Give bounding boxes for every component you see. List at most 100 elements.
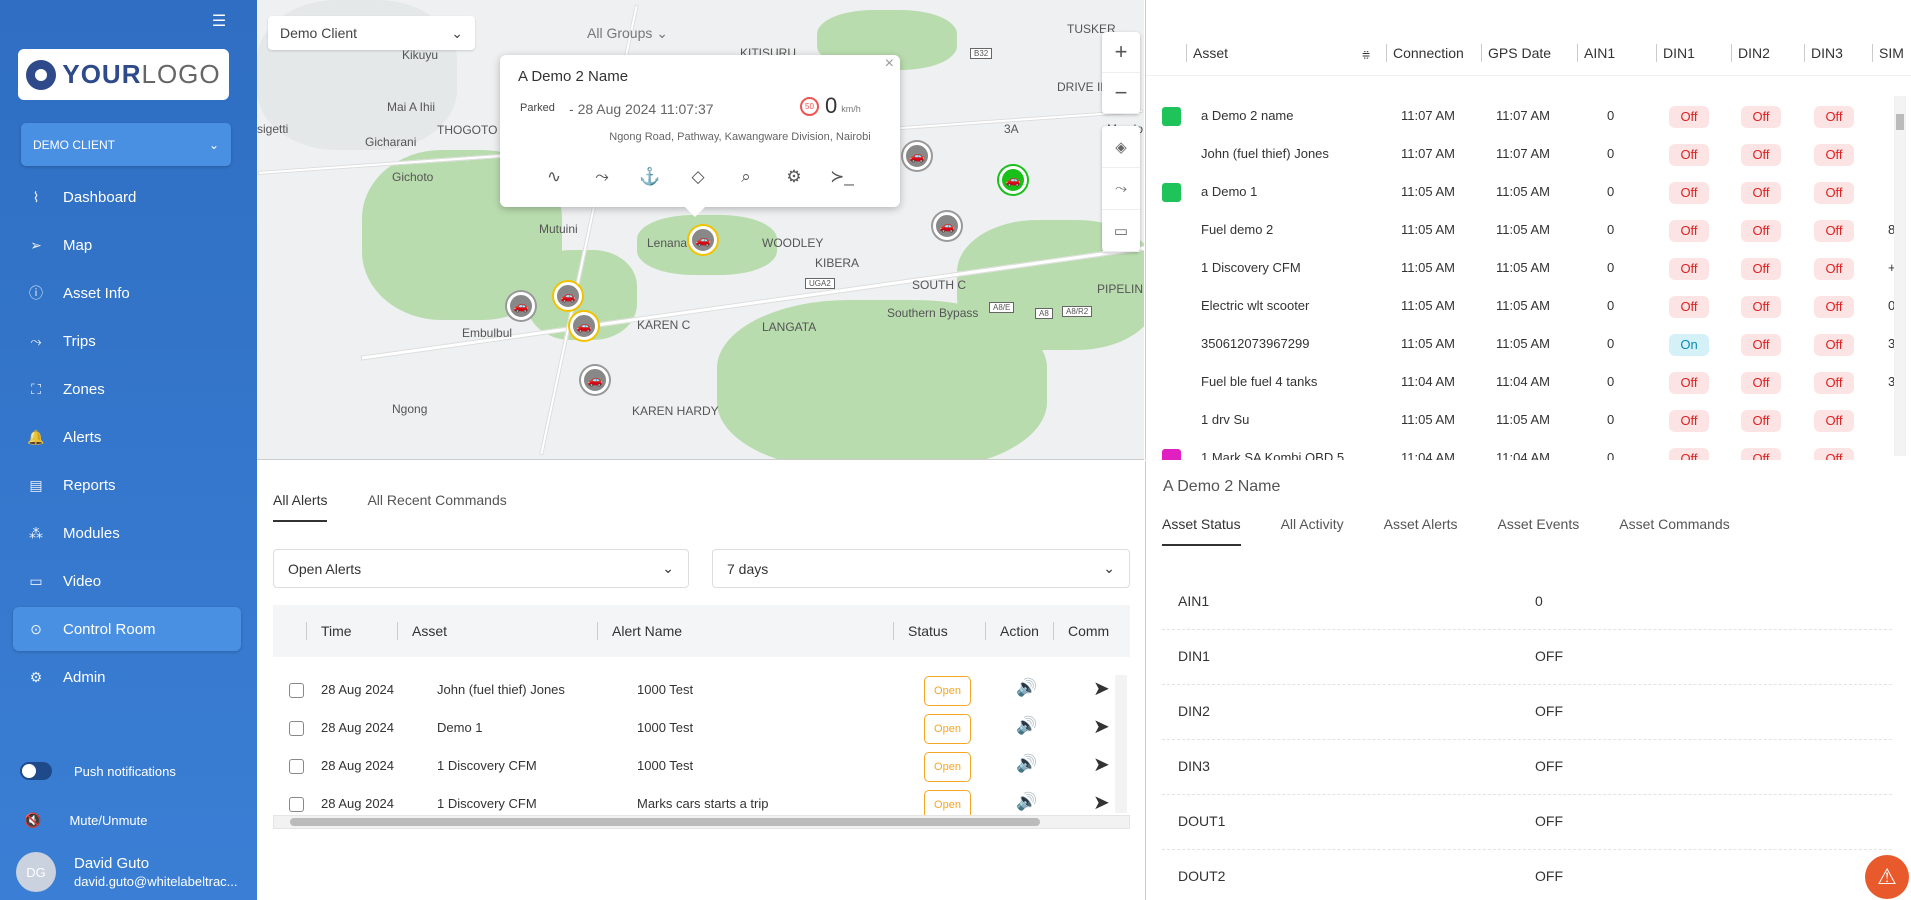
sidebar-item-asset-info[interactable]: ⓘ Asset Info: [13, 271, 241, 315]
vehicle-marker[interactable]: 🚗: [554, 282, 582, 310]
layers-icon[interactable]: ◈: [1102, 126, 1140, 168]
search-icon[interactable]: ⌕: [722, 167, 770, 187]
speaker-icon[interactable]: 🔊: [1016, 716, 1037, 736]
sidebar-item-admin[interactable]: ⚙ Admin: [13, 655, 241, 699]
anchor-icon[interactable]: ⚓: [626, 167, 674, 187]
row-checkbox[interactable]: [289, 797, 304, 812]
asset-name[interactable]: 1 drv Su: [1201, 412, 1249, 427]
asset-table-scrollbar[interactable]: [1894, 96, 1906, 456]
asset-col-connection[interactable]: Connection: [1386, 43, 1464, 62]
speaker-icon[interactable]: 🔊: [1016, 754, 1037, 774]
ruler-icon[interactable]: ▭: [1102, 210, 1140, 252]
vehicle-marker[interactable]: 🚗: [570, 312, 598, 340]
date-range-select[interactable]: 7 days ⌄: [712, 549, 1130, 588]
tab-all-alerts[interactable]: All Alerts: [273, 492, 328, 522]
filter-icon[interactable]: ⩷: [1356, 44, 1370, 62]
sidebar-item-modules[interactable]: ⁂ Modules: [13, 511, 241, 555]
speaker-icon[interactable]: 🔊: [1016, 792, 1037, 812]
asset-col-ain1[interactable]: AIN1: [1577, 43, 1615, 62]
tab-asset-events[interactable]: Asset Events: [1498, 516, 1580, 546]
alert-col-asset[interactable]: Asset: [397, 622, 447, 640]
user-profile[interactable]: DG David Guto david.guto@whitelabeltrac.…: [16, 852, 238, 892]
alerts-vscrollbar[interactable]: [1115, 675, 1127, 813]
map[interactable]: Kikuyu TUSKER Mai A Ihii THOGOTO Gicharani Gi…: [257, 0, 1144, 460]
table-row[interactable]: Fuel demo 2 11:05 AM 11:05 AM 0 Off Off Off 8: [1146, 212, 1911, 250]
alert-col-alert-name[interactable]: Alert Name: [597, 622, 682, 640]
vehicle-marker[interactable]: 🚗: [581, 366, 609, 394]
tab-asset-commands[interactable]: Asset Commands: [1619, 516, 1729, 546]
alert-col-comm[interactable]: Comm: [1053, 622, 1109, 640]
asset-name[interactable]: Electric wlt scooter: [1201, 298, 1309, 313]
route-icon[interactable]: ⤳: [578, 167, 626, 187]
table-row[interactable]: 28 Aug 2024 Demo 1 1000 Test Open 🔊 ➤: [273, 710, 1130, 748]
send-icon[interactable]: ➤: [1093, 714, 1110, 739]
table-row[interactable]: a Demo 1 11:05 AM 11:05 AM 0 Off Off Off: [1146, 174, 1911, 212]
alert-col-action[interactable]: Action: [985, 622, 1039, 640]
table-row[interactable]: Electric wlt scooter 11:05 AM 11:05 AM 0 Off…: [1146, 288, 1911, 326]
table-row[interactable]: 1 Discovery CFM 11:05 AM 11:05 AM 0 Off Off Of…: [1146, 250, 1911, 288]
asset-col-din1[interactable]: DIN1: [1656, 43, 1695, 62]
mute-unmute[interactable]: 🔇 Mute/Unmute: [24, 812, 147, 829]
push-toggle[interactable]: [20, 762, 52, 780]
tab-asset-status[interactable]: Asset Status: [1162, 516, 1241, 546]
tab-all-activity[interactable]: All Activity: [1281, 516, 1344, 546]
table-row[interactable]: 350612073967299 11:05 AM 11:05 AM 0 On Off Off…: [1146, 326, 1911, 364]
asset-col-sim[interactable]: SIM: [1872, 43, 1904, 62]
sidebar-item-trips[interactable]: ⤳ Trips: [13, 319, 241, 363]
send-icon[interactable]: ➤: [1093, 676, 1110, 701]
asset-col-din2[interactable]: DIN2: [1731, 43, 1770, 62]
asset-name[interactable]: Fuel ble fuel 4 tanks: [1201, 374, 1317, 389]
sidebar-item-alerts[interactable]: 🔔 Alerts: [13, 415, 241, 459]
tab-asset-alerts[interactable]: Asset Alerts: [1384, 516, 1458, 546]
zoom-in-button[interactable]: +: [1102, 32, 1140, 73]
row-checkbox[interactable]: [289, 683, 304, 698]
asset-col-din3[interactable]: DIN3: [1804, 43, 1843, 62]
sidebar-item-map[interactable]: ➢ Map: [13, 223, 241, 267]
table-row[interactable]: a Demo 2 name 11:07 AM 11:07 AM 0 Off Off Off: [1146, 98, 1911, 136]
row-checkbox[interactable]: [289, 759, 304, 774]
gear-icon[interactable]: ⚙: [770, 167, 818, 187]
sidebar-item-reports[interactable]: ▤ Reports: [13, 463, 241, 507]
collapse-sidebar-icon[interactable]: ☰: [210, 14, 228, 30]
table-row[interactable]: John (fuel thief) Jones 11:07 AM 11:07 AM 0…: [1146, 136, 1911, 174]
asset-name[interactable]: 1 Mark SA Kombi OBD 5: [1201, 450, 1344, 460]
alert-filter-select[interactable]: Open Alerts ⌄: [273, 549, 689, 588]
vehicle-marker[interactable]: 🚗: [999, 166, 1027, 194]
asset-name[interactable]: Fuel demo 2: [1201, 222, 1273, 237]
sidebar-item-control-room[interactable]: ⊙ Control Room: [13, 607, 241, 651]
client-selector[interactable]: DEMO CLIENT ⌄: [21, 123, 231, 166]
zoom-out-button[interactable]: −: [1102, 73, 1140, 114]
map-client-select[interactable]: Demo Client ⌄: [268, 16, 475, 50]
table-row[interactable]: Fuel ble fuel 4 tanks 11:04 AM 11:04 AM 0 Of…: [1146, 364, 1911, 402]
route-icon[interactable]: ⤳: [1102, 168, 1140, 210]
alert-col-status[interactable]: Status: [893, 622, 948, 640]
groups-select[interactable]: All Groups ⌄: [587, 25, 668, 42]
alerts-hscrollbar[interactable]: [273, 815, 1130, 829]
table-row[interactable]: 28 Aug 2024 1 Discovery CFM 1000 Test Open 🔊…: [273, 748, 1130, 786]
alert-col-time[interactable]: Time: [306, 622, 352, 640]
tab-all-recent-commands[interactable]: All Recent Commands: [367, 492, 506, 522]
vehicle-marker[interactable]: 🚗: [689, 226, 717, 254]
vehicle-marker[interactable]: 🚗: [507, 292, 535, 320]
trail-icon[interactable]: ∿: [530, 167, 578, 187]
asset-col-gps-date[interactable]: GPS Date: [1481, 43, 1551, 62]
send-icon[interactable]: ➤: [1093, 790, 1110, 815]
asset-col-asset[interactable]: Asset: [1186, 43, 1228, 62]
table-row[interactable]: 28 Aug 2024 John (fuel thief) Jones 1000 T…: [273, 672, 1130, 710]
asset-name[interactable]: 350612073967299: [1201, 336, 1309, 351]
vehicle-marker[interactable]: 🚗: [903, 142, 931, 170]
push-notifications[interactable]: Push notifications: [20, 762, 176, 780]
navigate-icon[interactable]: ◇: [674, 167, 722, 187]
asset-name[interactable]: a Demo 2 name: [1201, 108, 1294, 123]
table-row[interactable]: 1 Mark SA Kombi OBD 5 11:04 AM 11:04 AM 0 Of…: [1146, 440, 1911, 460]
warning-icon[interactable]: ⚠: [1865, 855, 1909, 899]
sidebar-item-video[interactable]: ▭ Video: [13, 559, 241, 603]
asset-name[interactable]: a Demo 1: [1201, 184, 1257, 199]
sidebar-item-dashboard[interactable]: ⌇ Dashboard: [13, 175, 241, 219]
asset-name[interactable]: John (fuel thief) Jones: [1201, 146, 1329, 161]
row-checkbox[interactable]: [289, 721, 304, 736]
close-icon[interactable]: ×: [885, 55, 894, 73]
sidebar-item-zones[interactable]: ⛶ Zones: [13, 367, 241, 411]
asset-name[interactable]: 1 Discovery CFM: [1201, 260, 1301, 275]
send-icon[interactable]: ➤: [1093, 752, 1110, 777]
